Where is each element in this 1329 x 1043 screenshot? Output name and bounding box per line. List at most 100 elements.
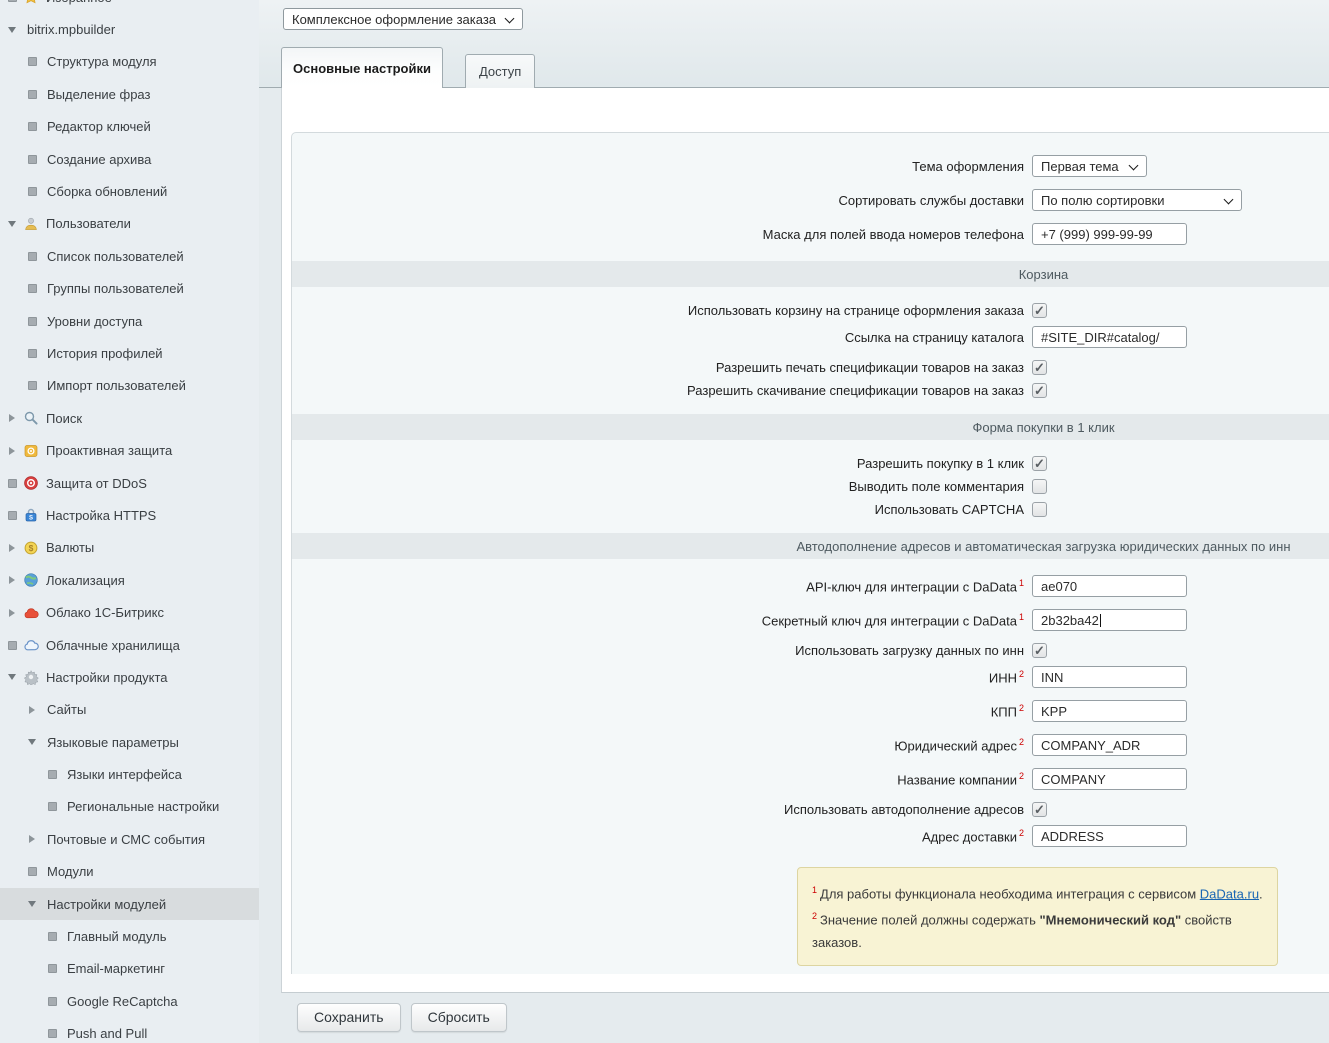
chevron-collapsed-icon[interactable] bbox=[4, 576, 20, 584]
sidebar-item[interactable]: Импорт пользователей bbox=[0, 370, 259, 402]
sidebar-item[interactable]: Структура модуля bbox=[0, 46, 259, 78]
cloud-storage-icon bbox=[23, 637, 39, 653]
order-type-select[interactable]: Комплексное оформление заказа bbox=[283, 8, 523, 30]
sidebar-item[interactable]: Защита от DDoS bbox=[0, 467, 259, 499]
sidebar-item[interactable]: Региональные настройки bbox=[0, 791, 259, 823]
sidebar-item[interactable]: Редактор ключей bbox=[0, 111, 259, 143]
sidebar-item-label: Проактивная защита bbox=[46, 443, 172, 458]
chevron-expanded-icon[interactable] bbox=[24, 739, 40, 745]
sidebar-item[interactable]: История профилей bbox=[0, 337, 259, 369]
checkmark-icon: ✓ bbox=[1034, 361, 1045, 374]
sidebar-item[interactable]: Пользователи bbox=[0, 208, 259, 240]
sidebar-item[interactable]: Уровни доступа bbox=[0, 305, 259, 337]
checkbox[interactable] bbox=[1032, 502, 1047, 517]
sidebar-item[interactable]: Группы пользователей bbox=[0, 273, 259, 305]
reset-button[interactable]: Сбросить bbox=[411, 1003, 507, 1032]
select-field[interactable]: По полю сортировки bbox=[1032, 189, 1242, 211]
checkbox[interactable]: ✓ bbox=[1032, 383, 1047, 398]
chevron-collapsed-icon[interactable] bbox=[4, 544, 20, 552]
sidebar-item-label: bitrix.mpbuilder bbox=[27, 22, 115, 37]
field-value: ae070 bbox=[1041, 579, 1077, 594]
sidebar-item[interactable]: Google ReCaptcha bbox=[0, 985, 259, 1017]
svg-text:$: $ bbox=[29, 543, 34, 553]
chevron-expanded-icon[interactable] bbox=[24, 901, 40, 907]
sidebar-item[interactable]: Языки интерфейса bbox=[0, 758, 259, 790]
sidebar-item[interactable]: Главный модуль bbox=[0, 920, 259, 952]
action-bar: Сохранить Сбросить bbox=[297, 1003, 507, 1032]
sidebar-item[interactable]: Облако 1С-Битрикс bbox=[0, 596, 259, 628]
sidebar-item[interactable]: bitrix.mpbuilder bbox=[0, 13, 259, 45]
gear-icon bbox=[23, 669, 39, 685]
sidebar-item[interactable]: Список пользователей bbox=[0, 240, 259, 272]
sidebar-item-label: Почтовые и СМС события bbox=[47, 832, 205, 847]
field-label: Разрешить покупку в 1 клик bbox=[292, 456, 1032, 471]
chevron-collapsed-icon[interactable] bbox=[4, 414, 20, 422]
sidebar-item[interactable]: Настройки продукта bbox=[0, 661, 259, 693]
field-control: ✓ bbox=[1032, 643, 1047, 658]
checkbox[interactable]: ✓ bbox=[1032, 360, 1047, 375]
sidebar-item[interactable]: Проактивная защита bbox=[0, 434, 259, 466]
chevron-collapsed-icon[interactable] bbox=[24, 835, 40, 843]
sidebar-item[interactable]: Почтовые и СМС события bbox=[0, 823, 259, 855]
sidebar-item[interactable]: Push and Pull bbox=[0, 1018, 259, 1043]
tab-main-settings[interactable]: Основные настройки bbox=[281, 47, 443, 88]
chevron-collapsed-icon[interactable] bbox=[4, 447, 20, 455]
section-heading: Корзина bbox=[292, 261, 1329, 287]
text-caret bbox=[1100, 614, 1101, 627]
chevron-collapsed-icon[interactable] bbox=[4, 609, 20, 617]
checkbox[interactable]: ✓ bbox=[1032, 802, 1047, 817]
text-input[interactable]: ADDRESS bbox=[1032, 825, 1187, 847]
text-input[interactable]: 2b32ba42 bbox=[1032, 609, 1187, 631]
sidebar-item-label: Поиск bbox=[46, 411, 82, 426]
field-label: Юридический адрес2 bbox=[292, 737, 1032, 753]
text-input[interactable]: ae070 bbox=[1032, 575, 1187, 597]
sidebar-item[interactable]: Избранное bbox=[0, 0, 259, 13]
sidebar-item[interactable]: Выделение фраз bbox=[0, 78, 259, 110]
sidebar-item[interactable]: Создание архива bbox=[0, 143, 259, 175]
select-field[interactable]: Первая тема bbox=[1032, 155, 1147, 177]
text-input[interactable]: #SITE_DIR#catalog/ bbox=[1032, 326, 1187, 348]
field-label: ИНН2 bbox=[292, 669, 1032, 685]
field-value: INN bbox=[1041, 670, 1063, 685]
text-input[interactable]: KPP bbox=[1032, 700, 1187, 722]
sidebar-item[interactable]: Локализация bbox=[0, 564, 259, 596]
bullet-icon bbox=[4, 0, 20, 2]
dadata-link[interactable]: DaData.ru bbox=[1200, 886, 1259, 901]
tab-access[interactable]: Доступ bbox=[465, 54, 535, 88]
chevron-collapsed-icon[interactable] bbox=[24, 706, 40, 714]
save-button[interactable]: Сохранить bbox=[297, 1003, 401, 1032]
bullet-icon bbox=[44, 1029, 60, 1038]
text-input[interactable]: +7 (999) 999-99-99 bbox=[1032, 223, 1187, 245]
field-value: COMPANY bbox=[1041, 772, 1106, 787]
sidebar-item[interactable]: Сайты bbox=[0, 694, 259, 726]
sidebar-item[interactable]: Облачные хранилища bbox=[0, 629, 259, 661]
sidebar-item[interactable]: Сборка обновлений bbox=[0, 175, 259, 207]
sidebar-item[interactable]: Поиск bbox=[0, 402, 259, 434]
text-input[interactable]: INN bbox=[1032, 666, 1187, 688]
chevron-expanded-icon[interactable] bbox=[4, 27, 20, 33]
sidebar-item[interactable]: Настройки модулей bbox=[0, 888, 259, 920]
form-row: Использовать автодополнение адресов✓ bbox=[292, 802, 1329, 817]
sidebar-item[interactable]: Email-маркетинг bbox=[0, 953, 259, 985]
checkbox[interactable]: ✓ bbox=[1032, 303, 1047, 318]
sidebar-item[interactable]: SНастройка HTTPS bbox=[0, 499, 259, 531]
footnote-line-1: 1Для работы функционала необходима интег… bbox=[812, 879, 1263, 905]
sidebar-item[interactable]: Модули bbox=[0, 856, 259, 888]
footnote-marker: 2 bbox=[1019, 703, 1024, 713]
checkbox[interactable]: ✓ bbox=[1032, 456, 1047, 471]
checkbox[interactable] bbox=[1032, 479, 1047, 494]
checkbox[interactable]: ✓ bbox=[1032, 643, 1047, 658]
chevron-expanded-icon[interactable] bbox=[4, 674, 20, 680]
field-label: Разрешить скачивание спецификации товаро… bbox=[292, 383, 1032, 398]
field-control: По полю сортировки bbox=[1032, 189, 1242, 211]
sidebar-item-label: Уровни доступа bbox=[47, 314, 142, 329]
text-input[interactable]: COMPANY bbox=[1032, 768, 1187, 790]
globe-icon bbox=[23, 572, 39, 588]
text-input[interactable]: COMPANY_ADR bbox=[1032, 734, 1187, 756]
chevron-expanded-icon[interactable] bbox=[4, 221, 20, 227]
sidebar-item[interactable]: $Валюты bbox=[0, 532, 259, 564]
search-icon bbox=[23, 410, 39, 426]
field-label: Использовать автодополнение адресов bbox=[292, 802, 1032, 817]
sidebar-item[interactable]: Языковые параметры bbox=[0, 726, 259, 758]
bullet-icon bbox=[4, 479, 20, 488]
